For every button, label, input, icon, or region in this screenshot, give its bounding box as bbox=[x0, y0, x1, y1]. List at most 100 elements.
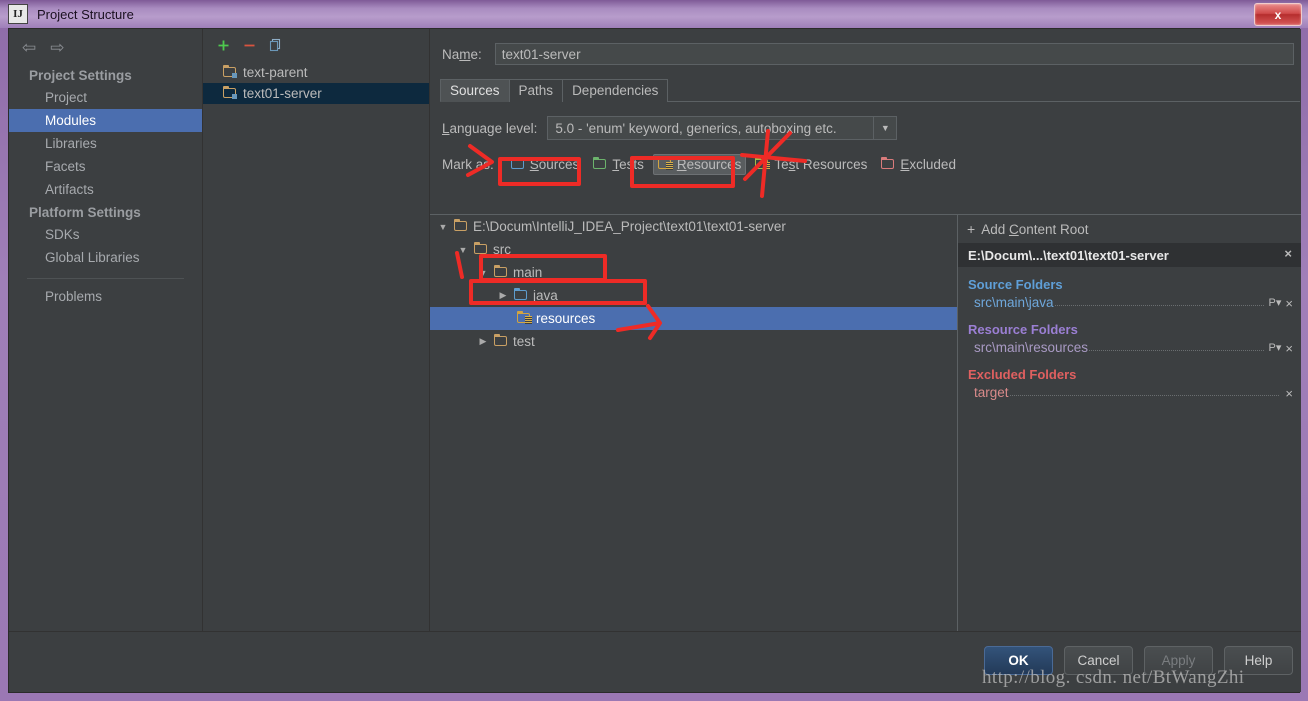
module-list-item[interactable]: text01-server bbox=[203, 83, 429, 104]
modules-panel: text-parent text01-server bbox=[203, 29, 430, 633]
mark-as-excluded-label: Excluded bbox=[900, 156, 956, 172]
tab-sources[interactable]: Sources bbox=[440, 79, 510, 102]
sidebar-item-problems[interactable]: Problems bbox=[9, 279, 202, 308]
tree-row[interactable]: resources bbox=[430, 307, 957, 330]
editor-tabs: Sources Paths Dependencies bbox=[440, 78, 1300, 102]
resource-folders-heading: Resource Folders bbox=[968, 322, 1078, 337]
tree-twisty-icon[interactable]: ▶ bbox=[497, 290, 509, 301]
dotted-leader bbox=[1054, 304, 1264, 306]
source-folder-path: src\main\java bbox=[974, 295, 1054, 310]
module-list-item[interactable]: text-parent bbox=[203, 62, 429, 83]
back-arrow-icon[interactable]: ⇦ bbox=[22, 39, 36, 56]
sidebar-item-facets[interactable]: Facets bbox=[9, 155, 202, 178]
tree-twisty-icon[interactable]: ▼ bbox=[477, 268, 489, 278]
modules-toolbar bbox=[203, 29, 429, 62]
content-root-path: E:\Docum\...\text01\text01-server bbox=[968, 247, 1169, 263]
folder-excluded-icon bbox=[881, 156, 895, 170]
tree-row-label: java bbox=[533, 288, 558, 303]
tree-twisty-icon[interactable]: ▼ bbox=[437, 222, 449, 232]
add-content-root-label: Add Content Root bbox=[981, 221, 1089, 237]
chevron-down-icon[interactable]: ▼ bbox=[873, 117, 896, 139]
sidebar-item-modules[interactable]: Modules bbox=[9, 109, 202, 132]
module-label: text01-server bbox=[243, 86, 322, 101]
folder-test-resources-icon bbox=[755, 156, 771, 170]
source-folder-entry[interactable]: src\main\java P▾ × bbox=[958, 293, 1301, 312]
window-title: Project Structure bbox=[37, 6, 134, 22]
sidebar-item-global-libraries[interactable]: Global Libraries bbox=[9, 246, 202, 269]
folder-icon bbox=[494, 334, 508, 347]
folder-icon bbox=[223, 86, 237, 99]
folder-icon bbox=[494, 265, 508, 278]
tree-row-label: src bbox=[493, 242, 511, 257]
folder-sources-icon bbox=[510, 156, 525, 170]
source-folder-properties-icon[interactable]: P▾ bbox=[1269, 297, 1282, 310]
tree-row-label: E:\Docum\IntelliJ_IDEA_Project\text01\te… bbox=[473, 219, 786, 234]
tree-row[interactable]: ▼ main bbox=[430, 261, 957, 284]
mark-as-test-resources-button[interactable]: Test Resources bbox=[750, 154, 872, 175]
sidebar-item-libraries[interactable]: Libraries bbox=[9, 132, 202, 155]
sidebar-item-artifacts[interactable]: Artifacts bbox=[9, 178, 202, 201]
content-root-header: E:\Docum\...\text01\text01-server × bbox=[958, 243, 1301, 267]
mark-as-resources-label: Resources bbox=[676, 156, 742, 172]
add-content-root-button[interactable]: + Add Content Root bbox=[958, 215, 1301, 243]
tree-row-label: test bbox=[513, 334, 535, 349]
mark-as-sources-label: Sources bbox=[529, 156, 580, 172]
folder-sources-icon bbox=[514, 288, 528, 301]
resource-folder-path: src\main\resources bbox=[974, 340, 1089, 355]
mark-as-sources-button[interactable]: Sources bbox=[506, 154, 585, 175]
sidebar-item-project[interactable]: Project bbox=[9, 86, 202, 109]
mark-as-excluded-button[interactable]: Excluded bbox=[876, 154, 961, 175]
source-folder-remove-icon[interactable]: × bbox=[1285, 297, 1293, 310]
navigation-arrows: ⇦ ⇨ bbox=[9, 29, 202, 56]
mark-as-tests-label: Tests bbox=[612, 156, 644, 172]
sidebar-group-platform-settings: Platform Settings bbox=[29, 205, 141, 220]
language-level-select[interactable]: 5.0 - 'enum' keyword, generics, autoboxi… bbox=[547, 116, 898, 140]
tree-twisty-icon[interactable]: ▶ bbox=[477, 336, 489, 347]
folder-tests-icon bbox=[593, 156, 607, 170]
add-module-icon[interactable] bbox=[217, 39, 230, 56]
tree-twisty-icon[interactable]: ▼ bbox=[457, 245, 469, 255]
module-name-row: Name: text01-server bbox=[430, 29, 1301, 65]
app-icon: IJ bbox=[8, 4, 28, 24]
content-roots-panel: + Add Content Root E:\Docum\...\text01\t… bbox=[958, 215, 1301, 634]
tree-row[interactable]: ▶ java bbox=[430, 284, 957, 307]
tree-row[interactable]: ▶ test bbox=[430, 330, 957, 353]
forward-arrow-icon[interactable]: ⇨ bbox=[50, 39, 64, 56]
close-icon[interactable]: x bbox=[1254, 3, 1302, 26]
tab-paths[interactable]: Paths bbox=[508, 79, 564, 102]
language-level-row: Language level: 5.0 - 'enum' keyword, ge… bbox=[430, 102, 1301, 140]
settings-sidebar: ⇦ ⇨ Project Settings Project Modules Lib… bbox=[9, 29, 203, 633]
sidebar-item-sdks[interactable]: SDKs bbox=[9, 223, 202, 246]
project-structure-window: IJ Project Structure x ⇦ ⇨ Project Setti… bbox=[0, 0, 1308, 701]
folder-icon bbox=[223, 65, 237, 78]
copy-module-icon[interactable] bbox=[269, 38, 283, 56]
module-name-input[interactable]: text01-server bbox=[494, 43, 1294, 65]
excluded-folder-path: target bbox=[974, 385, 1009, 400]
plus-icon: + bbox=[967, 221, 976, 237]
watermark-text: http://blog. csdn. net/BtWangZhi bbox=[982, 667, 1245, 688]
tree-row-label: resources bbox=[536, 311, 596, 326]
mark-as-tests-button[interactable]: Tests bbox=[588, 154, 649, 175]
mark-as-row: Mark as: Sources Tests Resources Test Re… bbox=[430, 140, 1301, 177]
tree-row[interactable]: ▼ E:\Docum\IntelliJ_IDEA_Project\text01\… bbox=[430, 215, 957, 238]
resource-folder-entry[interactable]: src\main\resources P▾ × bbox=[958, 338, 1301, 357]
title-bar: IJ Project Structure x bbox=[0, 0, 1308, 28]
mark-as-test-resources-label: Test Resources bbox=[774, 156, 868, 172]
remove-content-root-icon[interactable]: × bbox=[1284, 246, 1292, 261]
mark-as-resources-button[interactable]: Resources bbox=[652, 153, 747, 175]
remove-module-icon[interactable] bbox=[243, 39, 256, 56]
sources-split: ▼ E:\Docum\IntelliJ_IDEA_Project\text01\… bbox=[430, 214, 1301, 634]
tree-row-label: main bbox=[513, 265, 543, 280]
module-label: text-parent bbox=[243, 65, 308, 80]
tree-row[interactable]: ▼ src bbox=[430, 238, 957, 261]
excluded-folder-remove-icon[interactable]: × bbox=[1285, 387, 1293, 400]
excluded-folders-heading: Excluded Folders bbox=[968, 367, 1077, 382]
folder-resources-icon bbox=[517, 311, 532, 324]
folder-icon bbox=[454, 219, 468, 232]
excluded-folder-entry[interactable]: target × bbox=[958, 383, 1301, 402]
source-folders-heading: Source Folders bbox=[968, 277, 1063, 292]
language-level-label: Language level: bbox=[442, 120, 538, 136]
resource-folder-remove-icon[interactable]: × bbox=[1285, 342, 1293, 355]
resource-folder-properties-icon[interactable]: P▾ bbox=[1269, 342, 1282, 355]
tab-dependencies[interactable]: Dependencies bbox=[562, 79, 669, 102]
